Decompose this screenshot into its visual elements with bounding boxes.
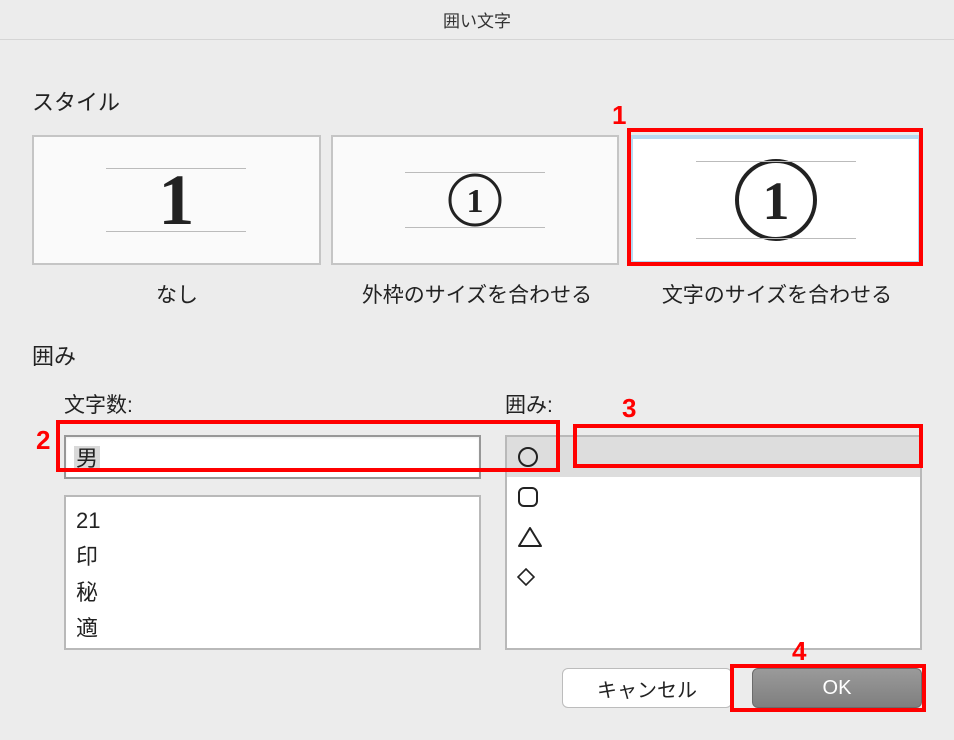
enclosure-section: 囲み 文字数: 男 21 印 秘 適 囲み: — [32, 339, 922, 650]
circle-icon — [517, 446, 539, 468]
style-caption-none: なし — [32, 279, 322, 309]
enclosure-columns: 文字数: 男 21 印 秘 適 囲み: — [32, 389, 922, 650]
style-fit-character-glyph: 1 — [726, 155, 826, 245]
style-caption-fit-frame: 外枠のサイズを合わせる — [332, 279, 622, 309]
style-option-fit-character[interactable]: 1 — [629, 135, 922, 265]
style-none-glyph: 1 — [136, 160, 216, 240]
shape-list[interactable] — [505, 435, 922, 650]
shape-label: 囲み: — [505, 389, 922, 419]
style-option-fit-frame[interactable]: 1 — [331, 135, 620, 265]
ok-button[interactable]: OK — [752, 668, 922, 708]
shape-item-circle[interactable] — [507, 437, 920, 477]
list-item[interactable]: 21 — [76, 503, 469, 539]
char-input-value: 男 — [74, 446, 100, 471]
style-options-row: 1 1 1 — [32, 135, 922, 265]
svg-text:1: 1 — [762, 171, 789, 231]
svg-text:1: 1 — [467, 183, 484, 220]
list-item[interactable]: 秘 — [76, 575, 469, 611]
char-count-label: 文字数: — [64, 389, 481, 419]
dialog-content: スタイル 1 1 — [0, 40, 954, 670]
rounded-square-icon — [517, 486, 539, 508]
ok-button-label: OK — [823, 677, 852, 700]
cancel-button-label: キャンセル — [597, 674, 697, 703]
shape-item-diamond[interactable] — [507, 557, 920, 597]
shape-item-triangle[interactable] — [507, 517, 920, 557]
char-count-column: 文字数: 男 21 印 秘 適 — [64, 389, 481, 650]
style-option-none[interactable]: 1 — [32, 135, 321, 265]
style-fit-frame-glyph: 1 — [435, 160, 515, 240]
circled-one-large-icon: 1 — [733, 157, 819, 243]
diamond-icon — [517, 568, 535, 586]
style-section-label: スタイル — [32, 85, 922, 117]
dialog-button-row: キャンセル OK — [562, 668, 922, 708]
triangle-icon — [517, 525, 543, 549]
style-caption-fit-character: 文字のサイズを合わせる — [632, 279, 922, 309]
list-item[interactable]: 適 — [76, 611, 469, 647]
circled-one-small-icon: 1 — [447, 172, 503, 228]
list-item[interactable]: 印 — [76, 539, 469, 575]
dialog-title: 囲い文字 — [0, 0, 954, 40]
cancel-button[interactable]: キャンセル — [562, 668, 732, 708]
char-input[interactable]: 男 — [64, 435, 481, 479]
style-captions-row: なし 外枠のサイズを合わせる 文字のサイズを合わせる — [32, 279, 922, 309]
enclosure-section-label: 囲み — [32, 339, 922, 371]
shape-column: 囲み: — [505, 389, 922, 650]
shape-item-rounded-square[interactable] — [507, 477, 920, 517]
char-suggestions-list[interactable]: 21 印 秘 適 — [64, 495, 481, 650]
dialog-title-text: 囲い文字 — [443, 7, 511, 32]
